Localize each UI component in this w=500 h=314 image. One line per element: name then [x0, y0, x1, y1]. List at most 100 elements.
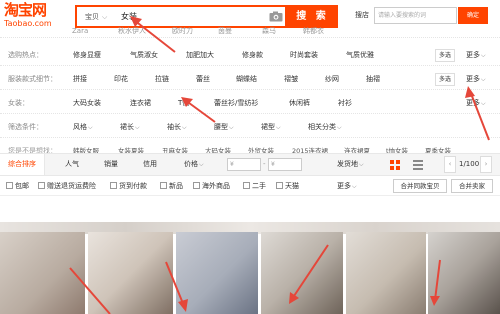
product-image[interactable] [261, 232, 343, 314]
checkbox-icon [160, 182, 167, 189]
filter-option[interactable]: 大码女装 [73, 93, 101, 114]
filter-option[interactable]: 加肥加大 [186, 45, 214, 66]
brand-item[interactable]: Zara [72, 24, 88, 38]
confirm-button[interactable]: 确定 [458, 7, 488, 24]
filter-dropdown[interactable]: 裙长⌵ [120, 117, 140, 138]
chevron-down-icon: ⌵ [102, 13, 108, 21]
brand-row: Zara 秋水伊人 欧时力 茵曼 森马 韩都衣 [0, 24, 500, 38]
checkbox-icon [243, 182, 250, 189]
filter-option[interactable]: 休闲裤 [289, 93, 310, 114]
filter-option[interactable]: T恤 [178, 93, 189, 114]
search-input[interactable]: 女装 [121, 10, 261, 24]
price-min-input[interactable]: ¥ [227, 158, 261, 171]
chevron-down-icon: ⌵ [182, 124, 187, 131]
logo-text: 淘宝网 [4, 1, 47, 19]
chevron-down-icon: ⌵ [229, 124, 234, 131]
filter-option[interactable]: 修身款 [242, 45, 263, 66]
product-image[interactable] [428, 232, 500, 314]
sort-default-tab[interactable]: 综合排序 [0, 154, 45, 175]
checkbox-label: 新品 [169, 182, 183, 190]
filter-option[interactable]: 连衣裙 [130, 93, 151, 114]
chevron-right-icon: › [484, 160, 488, 168]
more-label: 更多 [466, 51, 480, 59]
product-image[interactable] [88, 232, 173, 314]
filter-dropdown[interactable]: 相关分类⌵ [308, 117, 342, 138]
page-prev-button[interactable]: ‹ [444, 156, 456, 173]
checkbox-new[interactable]: 新品 [160, 176, 183, 196]
chevron-down-icon: ⌵ [481, 76, 486, 83]
search-scope-dropdown[interactable]: 宝贝 ⌵ [81, 10, 119, 24]
sort-price-label: 价格 [184, 160, 198, 168]
checkbox-label: 天猫 [285, 182, 299, 190]
checkbar-more-button[interactable]: 更多⌵ [337, 176, 357, 197]
chevron-down-icon: ⌵ [88, 124, 93, 131]
product-image[interactable] [0, 232, 85, 314]
search-scope-label: 宝贝 [85, 13, 99, 21]
sort-credit-tab[interactable]: 信用 [143, 154, 157, 175]
product-image[interactable] [346, 232, 426, 314]
sort-price-tab[interactable]: 价格⌵ [184, 154, 204, 175]
product-image[interactable] [176, 232, 258, 314]
checkbox-overseas[interactable]: 海外商品 [193, 176, 230, 196]
more-button[interactable]: 更多⌵ [466, 45, 486, 66]
brand-item[interactable]: 欧时力 [172, 24, 193, 38]
filter-dropdown[interactable]: 腰型⌵ [214, 117, 234, 138]
merge-same-button[interactable]: 合并同款宝贝 [393, 179, 447, 193]
price-max-input[interactable]: ¥ [268, 158, 302, 171]
filter-option[interactable]: 拼接 [73, 69, 87, 90]
price-range-dash: - [263, 160, 266, 168]
checkbox-label: 货到付款 [119, 182, 147, 190]
shop-search-label: 搜店 [355, 11, 369, 19]
merge-seller-button[interactable]: 合并卖家 [451, 179, 493, 193]
checkbox-return-insurance[interactable]: 赠送退货运费险 [38, 176, 96, 196]
checkbox-cod[interactable]: 货到付款 [110, 176, 147, 196]
brand-item[interactable]: 森马 [262, 24, 276, 38]
filter-dropdown[interactable]: 袖长⌵ [167, 117, 187, 138]
filter-option[interactable]: 气质优雅 [346, 45, 374, 66]
multi-select-button[interactable]: 多选 [435, 49, 455, 62]
filter-option[interactable]: 衬衫 [338, 93, 352, 114]
checkbox-tmall[interactable]: 天猫 [276, 176, 299, 196]
filter-option[interactable]: 时尚套装 [290, 45, 318, 66]
chevron-down-icon: ⌵ [481, 52, 486, 59]
page-next-button[interactable]: › [480, 156, 492, 173]
filter-dropdown[interactable]: 风格⌵ [73, 117, 93, 138]
filter-dropdown-label: 腰型 [214, 123, 228, 131]
filter-dropdown-label: 相关分类 [308, 123, 336, 131]
filter-option[interactable]: 拉链 [155, 69, 169, 90]
more-label: 更多 [337, 182, 351, 190]
filter-label: 选购热点： [8, 51, 43, 59]
more-button[interactable]: 更多⌵ [466, 93, 486, 114]
checkbox-icon [193, 182, 200, 189]
multi-select-button[interactable]: 多选 [435, 73, 455, 86]
filter-option[interactable]: 修身显瘦 [73, 45, 101, 66]
brand-item[interactable]: 秋水伊人 [118, 24, 146, 38]
filter-option[interactable]: 褶皱 [284, 69, 298, 90]
ship-from-dropdown[interactable]: 发货地⌵ [337, 154, 364, 175]
filter-option[interactable]: 蝴蝶结 [236, 69, 257, 90]
brand-item[interactable]: 茵曼 [218, 24, 232, 38]
filter-option[interactable]: 蕾丝衫/雪纺衫 [214, 93, 258, 114]
checkbox-secondhand[interactable]: 二手 [243, 176, 266, 196]
sort-sales-tab[interactable]: 销量 [104, 154, 118, 175]
filter-dropdown-label: 裙长 [120, 123, 134, 131]
filter-option[interactable]: 纱网 [325, 69, 339, 90]
brand-item[interactable]: 韩都衣 [303, 24, 324, 38]
checkbox-free-shipping[interactable]: 包邮 [6, 176, 29, 196]
checkbox-label: 赠送退货运费险 [47, 182, 96, 190]
ship-from-label: 发货地 [337, 160, 358, 168]
sort-popularity-tab[interactable]: 人气 [65, 154, 79, 175]
product-grid [0, 232, 500, 314]
shop-search-input[interactable]: 请输入要搜索的词 [374, 7, 457, 24]
grid-view-icon[interactable] [390, 160, 400, 170]
list-view-icon[interactable] [413, 160, 423, 170]
filter-option[interactable]: 印花 [114, 69, 128, 90]
more-button[interactable]: 更多⌵ [466, 69, 486, 90]
filter-row-hot: 选购热点： 修身显瘦 气质淑女 加肥加大 修身款 时尚套装 气质优雅 多选 更多… [0, 45, 500, 66]
camera-icon[interactable] [269, 11, 283, 22]
chevron-down-icon: ⌵ [199, 161, 204, 168]
filter-option[interactable]: 蕾丝 [196, 69, 210, 90]
filter-option[interactable]: 抽褶 [366, 69, 380, 90]
filter-dropdown[interactable]: 裙型⌵ [261, 117, 281, 138]
filter-option[interactable]: 气质淑女 [130, 45, 158, 66]
